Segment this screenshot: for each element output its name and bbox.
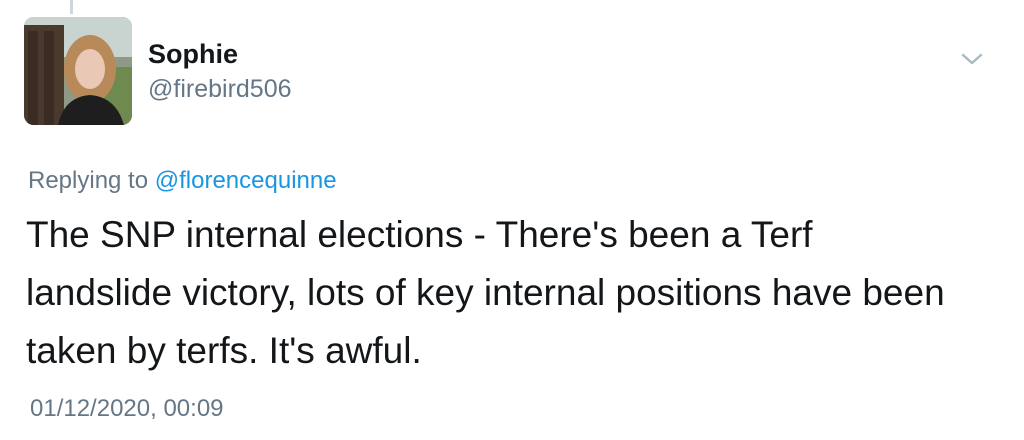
profile-photo: [24, 17, 132, 125]
thread-connector-line: [70, 0, 73, 14]
tweet-header: Sophie @firebird506: [24, 17, 1000, 127]
replying-to-mention-link[interactable]: @florencequinne: [155, 167, 337, 194]
tweet-text: The SNP internal elections - There's bee…: [26, 206, 996, 380]
avatar[interactable]: [24, 17, 132, 125]
author-names: Sophie @firebird506: [148, 37, 292, 105]
tweet-text-line: landslide victory, lots of key internal …: [26, 272, 945, 313]
user-handle[interactable]: @firebird506: [148, 73, 292, 105]
replying-to: Replying to @florencequinne: [28, 166, 337, 196]
replying-to-label: Replying to: [28, 167, 149, 194]
tweet-text-line: The SNP internal elections - There's bee…: [26, 214, 813, 255]
tweet-text-line: taken by terfs. It's awful.: [26, 330, 422, 371]
chevron-down-icon[interactable]: [960, 51, 984, 67]
display-name[interactable]: Sophie: [148, 37, 292, 71]
tweet-timestamp[interactable]: 01/12/2020, 00:09: [30, 394, 224, 424]
